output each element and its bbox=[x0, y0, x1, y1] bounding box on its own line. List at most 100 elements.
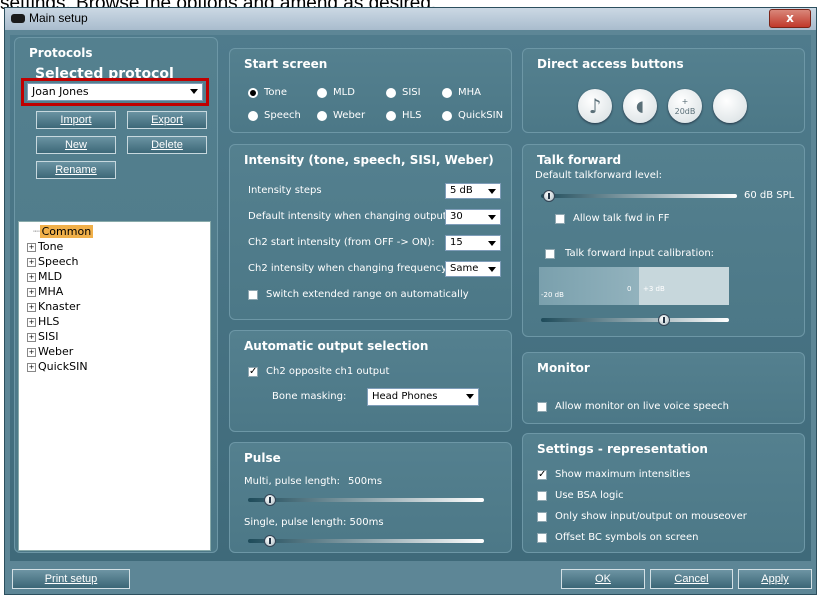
default-intensity-label: Default intensity when changing output: bbox=[248, 211, 451, 222]
apply-button[interactable]: Apply bbox=[738, 569, 812, 589]
tree-item-label: Weber bbox=[38, 345, 74, 358]
tree-item-knaster[interactable]: + Knaster bbox=[27, 300, 80, 313]
show-max-intensities-label: Show maximum intensities bbox=[555, 469, 691, 480]
offset-bc-checkbox[interactable] bbox=[537, 533, 547, 543]
tree-item-label: HLS bbox=[38, 315, 60, 328]
radio-speech[interactable] bbox=[248, 111, 258, 121]
tree-item-hls[interactable]: + HLS bbox=[27, 315, 59, 328]
radio-weber[interactable] bbox=[317, 111, 327, 121]
expand-icon[interactable]: + bbox=[27, 303, 36, 312]
export-button[interactable]: Export bbox=[127, 111, 207, 129]
radio-hls-label: HLS bbox=[402, 110, 422, 121]
talk-forward-calibration-checkbox[interactable] bbox=[545, 249, 555, 259]
expand-icon[interactable]: + bbox=[27, 273, 36, 282]
multi-pulse-slider[interactable] bbox=[248, 498, 484, 502]
expand-icon[interactable]: + bbox=[27, 363, 36, 372]
offset-bc-label: Offset BC symbols on screen bbox=[555, 532, 699, 543]
tree-branch-icon: ┈ bbox=[33, 225, 40, 238]
expand-icon[interactable]: + bbox=[27, 243, 36, 252]
tree-item-mha[interactable]: + MHA bbox=[27, 285, 63, 298]
extended-range-label: Switch extended range on automatically bbox=[266, 289, 469, 300]
tree-item-speech[interactable]: + Speech bbox=[27, 255, 79, 268]
pulse-panel: Pulse Multi, pulse length: 500ms Single,… bbox=[229, 442, 512, 553]
radio-sisi[interactable] bbox=[386, 88, 396, 98]
blank-icon[interactable] bbox=[713, 89, 747, 123]
expand-icon[interactable]: + bbox=[27, 348, 36, 357]
extended-range-checkbox[interactable] bbox=[248, 290, 258, 300]
multi-pulse-slider-thumb[interactable] bbox=[264, 494, 276, 506]
new-button[interactable]: New bbox=[36, 136, 116, 154]
tree-item-tone[interactable]: + Tone bbox=[27, 240, 63, 253]
tree-item-label: MLD bbox=[38, 270, 63, 283]
selected-protocol-dropdown[interactable]: Joan Jones bbox=[27, 83, 203, 101]
talkforward-level-value: 60 dB SPL bbox=[744, 190, 795, 201]
tree-item-label: Common bbox=[39, 225, 94, 238]
expand-icon[interactable]: + bbox=[27, 318, 36, 327]
single-pulse-slider-thumb[interactable] bbox=[264, 535, 276, 547]
ch2-start-intensity-select[interactable]: 15 bbox=[445, 235, 501, 251]
calibration-min-label: -20 dB bbox=[541, 291, 564, 299]
expand-icon[interactable]: + bbox=[27, 258, 36, 267]
calibration-slider-thumb[interactable] bbox=[658, 314, 670, 326]
tree-item-mld[interactable]: + MLD bbox=[27, 270, 62, 283]
use-bsa-logic-checkbox[interactable] bbox=[537, 491, 547, 501]
cancel-button[interactable]: Cancel bbox=[650, 569, 733, 589]
bone-masking-value: Head Phones bbox=[372, 391, 438, 402]
talk-forward-calibration-label: Talk forward input calibration: bbox=[565, 248, 715, 259]
allow-monitor-checkbox[interactable] bbox=[537, 402, 547, 412]
ok-button[interactable]: OK bbox=[561, 569, 645, 589]
close-button[interactable]: x bbox=[769, 9, 811, 28]
ch2-opposite-checkbox[interactable]: ✓ bbox=[248, 367, 258, 377]
chevron-down-icon bbox=[488, 215, 496, 220]
io-mouseover-checkbox[interactable] bbox=[537, 512, 547, 522]
protocols-title: Protocols bbox=[29, 46, 93, 60]
ch2-opposite-label: Ch2 opposite ch1 output bbox=[266, 366, 390, 377]
delete-button[interactable]: Delete bbox=[127, 136, 207, 154]
monitor-panel: Monitor Allow monitor on live voice spee… bbox=[522, 352, 805, 424]
radio-mha[interactable] bbox=[442, 88, 452, 98]
dialog-body: Protocols Selected protocol Joan Jones I… bbox=[10, 35, 811, 561]
tree-item-label: Tone bbox=[38, 240, 64, 253]
start-screen-panel: Start screen Tone MLD SISI MHA Speech We… bbox=[229, 48, 512, 133]
intensity-steps-select[interactable]: 5 dB bbox=[445, 183, 501, 199]
multi-pulse-label: Multi, pulse length: bbox=[244, 476, 341, 487]
tree-item-weber[interactable]: + Weber bbox=[27, 345, 73, 358]
rename-button[interactable]: Rename bbox=[36, 161, 116, 179]
calibration-max-label: +3 dB bbox=[643, 285, 665, 293]
talkforward-level-slider[interactable] bbox=[541, 194, 737, 198]
plus-20db-icon[interactable]: +20dB bbox=[668, 89, 702, 123]
bone-masking-select[interactable]: Head Phones bbox=[367, 388, 479, 406]
direct-access-title: Direct access buttons bbox=[537, 57, 684, 71]
tree-item-sisi[interactable]: + SISI bbox=[27, 330, 58, 343]
start-screen-title: Start screen bbox=[244, 57, 328, 71]
radio-sisi-label: SISI bbox=[402, 87, 421, 98]
single-pulse-slider[interactable] bbox=[248, 539, 484, 543]
show-max-intensities-checkbox[interactable]: ✓ bbox=[537, 470, 547, 480]
radio-hls[interactable] bbox=[386, 111, 396, 121]
tree-item-common[interactable]: ┈ Common bbox=[33, 225, 94, 238]
talk-forward-title: Talk forward bbox=[537, 153, 622, 167]
window-title: Main setup bbox=[29, 11, 88, 25]
radio-quicksin[interactable] bbox=[442, 111, 452, 121]
music-note-icon[interactable]: ♪ bbox=[578, 89, 612, 123]
auto-output-title: Automatic output selection bbox=[244, 339, 429, 353]
allow-monitor-label: Allow monitor on live voice speech bbox=[555, 401, 729, 412]
allow-talk-fwd-ff-checkbox[interactable] bbox=[555, 214, 565, 224]
talkforward-level-slider-thumb[interactable] bbox=[543, 190, 555, 202]
ch2-freq-intensity-select[interactable]: Same bbox=[445, 261, 501, 277]
radio-mha-label: MHA bbox=[458, 87, 481, 98]
speech-head-icon[interactable]: ◖ bbox=[623, 89, 657, 123]
radio-mld[interactable] bbox=[317, 88, 327, 98]
representation-panel: Settings - representation ✓ Show maximum… bbox=[522, 433, 805, 553]
expand-icon[interactable]: + bbox=[27, 333, 36, 342]
radio-quicksin-label: QuickSIN bbox=[458, 110, 504, 121]
tree-item-quicksin[interactable]: + QuickSIN bbox=[27, 360, 88, 373]
calibration-slider[interactable] bbox=[541, 318, 729, 322]
import-button[interactable]: Import bbox=[36, 111, 116, 129]
radio-tone[interactable] bbox=[248, 88, 258, 98]
ch2-freq-intensity-value: Same bbox=[450, 263, 479, 274]
print-setup-button[interactable]: Print setup bbox=[12, 569, 130, 589]
default-intensity-select[interactable]: 30 bbox=[445, 209, 501, 225]
ch2-start-intensity-label: Ch2 start intensity (from OFF -> ON): bbox=[248, 237, 435, 248]
expand-icon[interactable]: + bbox=[27, 288, 36, 297]
